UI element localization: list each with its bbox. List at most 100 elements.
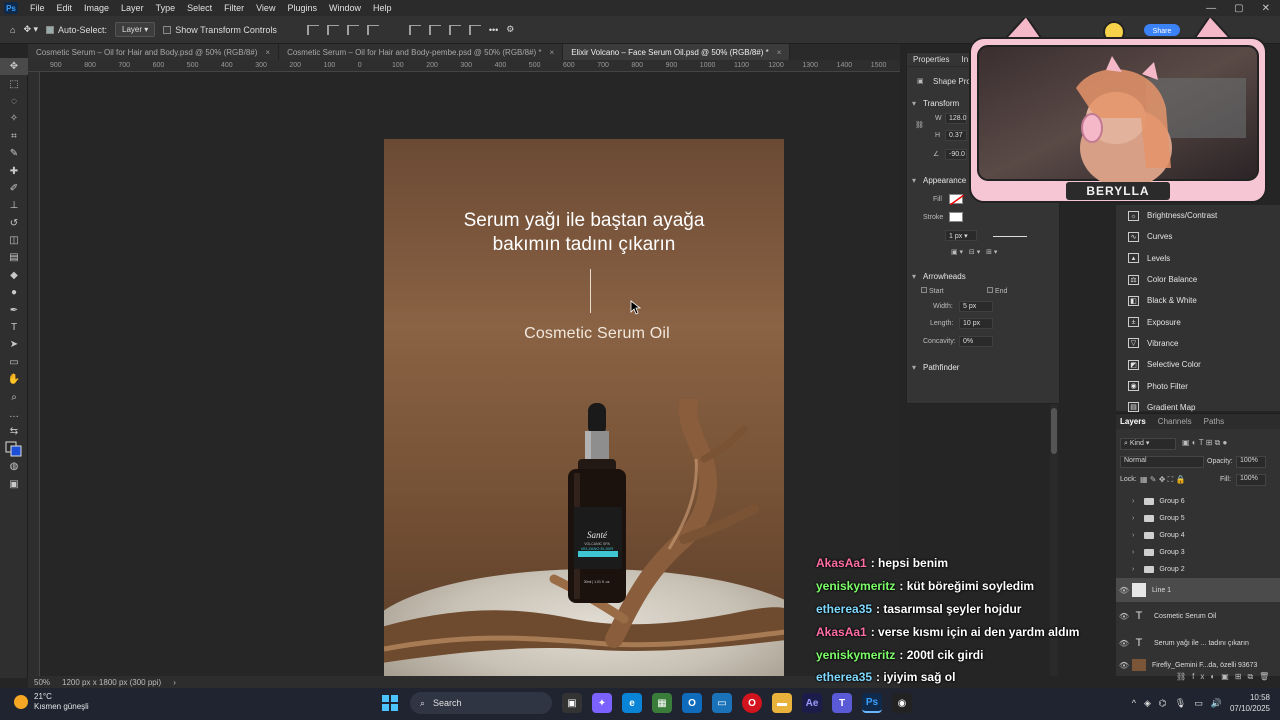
monitor-app-icon[interactable]: ▭: [712, 693, 732, 713]
layer-row-group-3[interactable]: › Group 3: [1116, 544, 1280, 561]
screen-mode-icon[interactable]: ▣: [0, 475, 28, 492]
layer-row-group-6[interactable]: › Group 6: [1116, 493, 1280, 510]
pathfinder-section[interactable]: Pathfinder: [907, 363, 959, 372]
gradient-tool-icon[interactable]: ▤: [0, 249, 28, 266]
taskbar-search[interactable]: ⌕ Search: [410, 692, 552, 714]
menu-window[interactable]: Window: [323, 3, 367, 13]
headline-text[interactable]: Serum yağı ile baştan ayağa bakımın tadı…: [384, 209, 784, 257]
task-view-icon[interactable]: ▣: [562, 693, 582, 713]
dodge-tool-icon[interactable]: ●: [0, 284, 28, 301]
layer-kind-filter[interactable]: ⌕ Kind ▾: [1120, 438, 1176, 450]
chevron-right-icon[interactable]: ›: [1132, 549, 1134, 556]
menu-type[interactable]: Type: [150, 3, 182, 13]
adj-selective-color[interactable]: ◩ Selective Color: [1116, 354, 1280, 375]
spot-healing-icon[interactable]: ✚: [0, 162, 28, 179]
close-tab-icon[interactable]: ×: [777, 48, 782, 57]
magic-wand-icon[interactable]: ✧: [0, 110, 28, 127]
menu-layer[interactable]: Layer: [115, 3, 150, 13]
layer-row-group-4[interactable]: › Group 4: [1116, 527, 1280, 544]
adj-levels[interactable]: ▴ Levels: [1116, 248, 1280, 269]
layer-select-dropdown[interactable]: Layer ▾: [115, 22, 156, 37]
brush-tool-icon[interactable]: ✐: [0, 180, 28, 197]
subtitle-text[interactable]: Cosmetic Serum Oil: [384, 325, 784, 343]
close-window-icon[interactable]: ✕: [1262, 3, 1270, 14]
angle-field[interactable]: -90.0: [945, 149, 967, 160]
pen-tool-icon[interactable]: ✒: [0, 301, 28, 318]
close-tab-icon[interactable]: ×: [265, 48, 270, 57]
marquee-tool-icon[interactable]: ⬚: [0, 75, 28, 92]
move-tool-icon[interactable]: ✥: [0, 58, 28, 76]
layer-row-image[interactable]: 👁 Firefly_Gemini F...da, özelli 93673: [1116, 659, 1280, 671]
home-icon[interactable]: ⌂: [10, 25, 15, 35]
adj-vibrance[interactable]: ▽ Vibrance: [1116, 333, 1280, 354]
color-swatches-icon[interactable]: [0, 441, 28, 458]
distribute-icon[interactable]: [366, 24, 379, 35]
chevron-right-icon[interactable]: ›: [1132, 566, 1134, 573]
arrowheads-section[interactable]: Arrowheads: [907, 272, 966, 281]
tray-app-icon[interactable]: ◈: [1144, 698, 1151, 709]
layer-row-line-1[interactable]: 👁 Line 1: [1116, 578, 1280, 602]
eraser-icon[interactable]: ◫: [0, 232, 28, 249]
more-options-icon[interactable]: •••: [489, 25, 498, 35]
show-transform-checkbox[interactable]: Show Transform Controls: [163, 25, 277, 35]
vertical-line-shape[interactable]: [590, 269, 591, 313]
eye-icon[interactable]: 👁: [1116, 586, 1132, 595]
close-tab-icon[interactable]: ×: [550, 48, 555, 57]
align-center-icon[interactable]: [326, 24, 339, 35]
chevron-right-icon[interactable]: ›: [1132, 515, 1134, 522]
maximize-icon[interactable]: ▢: [1234, 3, 1243, 14]
concavity-field[interactable]: 0%: [959, 336, 993, 347]
height-field[interactable]: 0.37: [945, 130, 967, 141]
arrow-length-field[interactable]: 10 px: [959, 318, 993, 329]
chevron-right-icon[interactable]: ›: [1132, 498, 1134, 505]
lock-icons[interactable]: ▦ ✎ ✥ ⛶ 🔒: [1140, 475, 1185, 485]
teams-icon[interactable]: T: [832, 693, 852, 713]
layer-row-text-headline[interactable]: 👁 T Serum yağı ile ... tadını çıkarın: [1116, 631, 1280, 655]
artboard[interactable]: Serum yağı ile baştan ayağa bakımın tadı…: [384, 139, 784, 676]
swap-colors-icon[interactable]: ⇆: [0, 423, 28, 440]
tab-paths[interactable]: Paths: [1204, 417, 1224, 426]
menu-image[interactable]: Image: [78, 3, 115, 13]
adj-brightness-contrast[interactable]: ☼ Brightness/Contrast: [1116, 205, 1280, 226]
settings-gear-icon[interactable]: ⚙: [506, 24, 514, 35]
edge-browser-icon[interactable]: e: [622, 693, 642, 713]
layer-row-group-2[interactable]: › Group 2: [1116, 561, 1280, 578]
tray-chevron-icon[interactable]: ^: [1132, 698, 1136, 708]
adj-black-white[interactable]: ◧ Black & White: [1116, 290, 1280, 311]
menu-edit[interactable]: Edit: [51, 3, 79, 13]
adj-exposure[interactable]: ± Exposure: [1116, 311, 1280, 332]
chevron-right-icon[interactable]: ›: [1132, 532, 1134, 539]
adj-curves[interactable]: ∿ Curves: [1116, 226, 1280, 247]
crop-tool-icon[interactable]: ⌗: [0, 128, 28, 145]
stroke-swatch[interactable]: [949, 212, 963, 222]
layer-filter-icons[interactable]: ▣ ◐ T ⊞ ⧉ ●: [1182, 438, 1227, 448]
align-bottom-icon[interactable]: [448, 24, 461, 35]
photoshop-taskbar-icon[interactable]: Ps: [862, 693, 882, 713]
file-explorer-icon[interactable]: ▬: [772, 693, 792, 713]
weather-widget[interactable]: 21°C Kısmen güneşli: [14, 692, 89, 712]
stroke-align-icons[interactable]: ▣ ▾ ⊟ ▾ ⊞ ▾: [951, 248, 997, 256]
blur-tool-icon[interactable]: ◆: [0, 267, 28, 284]
outlook-icon[interactable]: O: [682, 693, 702, 713]
fill-field[interactable]: 100%: [1236, 474, 1266, 486]
move-tool-icon[interactable]: ✥ ▾: [23, 24, 38, 35]
tab-properties[interactable]: Properties: [913, 55, 949, 64]
menu-file[interactable]: File: [24, 3, 51, 13]
chevron-right-icon[interactable]: ›: [173, 678, 176, 687]
layer-row-group-5[interactable]: › Group 5: [1116, 510, 1280, 527]
width-field[interactable]: 128.0: [945, 113, 967, 124]
tab-channels[interactable]: Channels: [1158, 417, 1192, 426]
display-icon[interactable]: ▭: [1194, 698, 1203, 709]
eye-icon[interactable]: 👁: [1116, 661, 1132, 670]
link-icon[interactable]: ⛓: [915, 121, 924, 129]
adj-color-balance[interactable]: ⚖ Color Balance: [1116, 269, 1280, 290]
copilot-icon[interactable]: ✦: [592, 693, 612, 713]
tab-layers[interactable]: Layers: [1120, 417, 1146, 426]
arrow-width-field[interactable]: 5 px: [959, 301, 993, 312]
opera-browser-icon[interactable]: O: [742, 693, 762, 713]
after-effects-icon[interactable]: Ae: [802, 693, 822, 713]
align-middle-icon[interactable]: [428, 24, 441, 35]
start-checkbox[interactable]: Start: [921, 287, 944, 295]
type-tool-icon[interactable]: T: [0, 319, 28, 336]
appearance-section[interactable]: Appearance: [907, 176, 966, 185]
